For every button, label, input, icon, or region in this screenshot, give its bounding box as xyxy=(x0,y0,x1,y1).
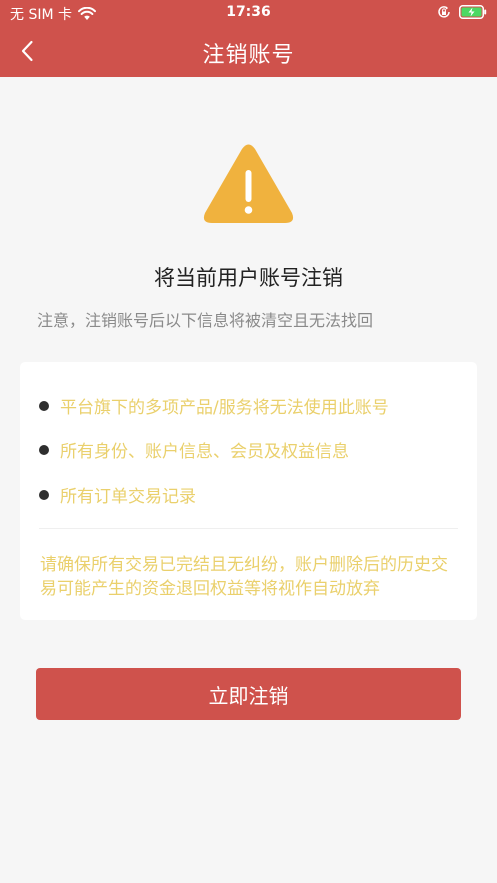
status-bar: 无 SIM 卡 17:36 xyxy=(0,0,497,26)
warning-note: 注意，注销账号后以下信息将被清空且无法找回 xyxy=(37,311,374,330)
header: 无 SIM 卡 17:36 注销账号 xyxy=(0,0,497,77)
list-item: 所有订单交易记录 xyxy=(39,482,196,507)
right-status xyxy=(437,5,487,19)
orientation-lock-icon xyxy=(438,6,450,18)
warning-triangle-icon xyxy=(203,144,294,223)
confirm-cancel-account-button[interactable]: 立即注销 xyxy=(36,668,461,720)
list-item: 所有身份、账户信息、会员及权益信息 xyxy=(39,437,349,462)
card-note: 请确保所有交易已完结且无纠纷，账户删除后的历史交易可能产生的资金退回权益等将视作… xyxy=(40,555,448,599)
bullet-icon xyxy=(39,400,49,411)
list-item: 平台旗下的多项产品/服务将无法使用此账号 xyxy=(39,393,389,418)
status-time: 17:36 xyxy=(226,4,271,20)
bullet-icon xyxy=(39,489,49,500)
screen: 无 SIM 卡 17:36 注销账号 将当前用户账号注销 注意，注销账号后以下信… xyxy=(0,0,497,883)
list-item-text: 所有订单交易记录 xyxy=(60,487,196,507)
divider xyxy=(39,528,458,529)
bullet-icon xyxy=(39,444,49,455)
main-title: 将当前用户账号注销 xyxy=(154,266,343,290)
list-item-text: 平台旗下的多项产品/服务将无法使用此账号 xyxy=(60,398,389,418)
nav-bar: 注销账号 xyxy=(0,26,497,77)
page-title: 注销账号 xyxy=(202,43,295,68)
info-card: 平台旗下的多项产品/服务将无法使用此账号 所有身份、账户信息、会员及权益信息 所… xyxy=(20,362,477,620)
battery-icon xyxy=(459,5,487,19)
list-item-text: 所有身份、账户信息、会员及权益信息 xyxy=(60,442,349,462)
